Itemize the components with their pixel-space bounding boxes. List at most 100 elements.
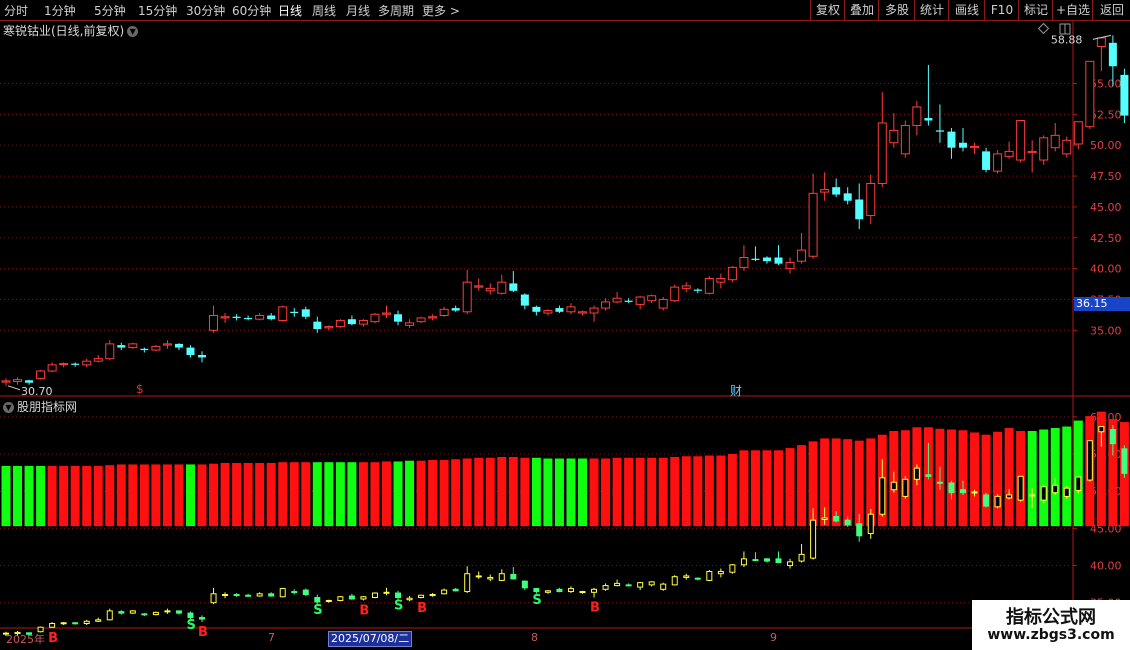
indicator-bar xyxy=(1004,428,1014,527)
chevron-down-icon[interactable]: ▼ xyxy=(3,402,14,413)
candle xyxy=(612,297,622,303)
finance-marker[interactable]: 财 xyxy=(730,382,742,399)
indicator-bar xyxy=(681,456,691,527)
indicator-bar xyxy=(13,465,23,527)
indicator-bar xyxy=(335,462,345,527)
stats-button[interactable]: 统计 xyxy=(914,0,949,20)
candle xyxy=(71,363,80,365)
candle xyxy=(290,311,299,314)
candle xyxy=(82,360,92,366)
period-more[interactable]: 更多 > xyxy=(422,2,460,19)
mini-candle xyxy=(72,622,79,625)
mini-candle xyxy=(233,594,240,597)
back-button[interactable]: 返回 xyxy=(1092,0,1130,20)
candle xyxy=(220,316,230,319)
candle xyxy=(198,354,207,358)
mini-candle xyxy=(325,599,332,602)
mini-candle xyxy=(521,580,528,589)
indicator-bar xyxy=(497,457,507,527)
candle xyxy=(797,249,807,262)
add-watchlist-button[interactable]: +自选 xyxy=(1052,0,1093,20)
indicator-bar xyxy=(670,457,680,527)
period-1min[interactable]: 1分钟 xyxy=(44,2,76,19)
candle xyxy=(681,285,691,289)
candle xyxy=(520,294,529,306)
mini-candle xyxy=(406,597,413,601)
chevron-down-icon[interactable]: ▼ xyxy=(127,26,139,37)
mini-candle xyxy=(556,588,563,593)
candle xyxy=(1108,42,1117,67)
candle xyxy=(278,306,288,321)
fuquan-button[interactable]: 复权 xyxy=(810,0,845,20)
diamond-icon xyxy=(1037,22,1050,35)
x-label-september: 9 xyxy=(770,631,777,644)
watermark-logo: 指标公式网 www.zbgs3.com xyxy=(972,600,1130,650)
price-tick-label: 47.50 xyxy=(1090,170,1122,183)
mini-candle xyxy=(787,561,794,567)
bs-signal-marker: S xyxy=(394,599,403,614)
mini-candle xyxy=(717,570,724,575)
indicator-bar xyxy=(647,457,657,527)
mini-candle xyxy=(671,576,678,586)
period-30min[interactable]: 30分钟 xyxy=(186,2,225,19)
f10-button[interactable]: F10 xyxy=(984,0,1019,20)
indicator-bar xyxy=(531,457,541,527)
watermark-line2: www.zbgs3.com xyxy=(987,627,1115,643)
indicator-bar xyxy=(474,457,484,527)
period-15min[interactable]: 15分钟 xyxy=(138,2,177,19)
mini-candle xyxy=(1098,426,1105,433)
mark-button[interactable]: 标记 xyxy=(1018,0,1053,20)
toolbar: 分时 1分钟 5分钟 15分钟 30分钟 60分钟 日线 周线 月线 多周期 更… xyxy=(0,0,1130,21)
mini-candle xyxy=(49,623,56,628)
indicator-bar xyxy=(370,462,380,527)
x-label-year: 2025年 xyxy=(6,633,45,646)
kline-chart[interactable]: 55.0052.5050.0047.5045.0042.5040.0037.50… xyxy=(0,0,1130,650)
mini-candle xyxy=(187,612,194,619)
indicator-bar xyxy=(854,440,864,527)
mini-candle xyxy=(1109,429,1116,445)
period-weekly[interactable]: 周线 xyxy=(312,2,336,19)
indicator-bar xyxy=(601,458,611,527)
indicator-bar xyxy=(727,454,737,527)
mini-candle xyxy=(856,523,863,537)
candle xyxy=(1,380,11,383)
candle xyxy=(1016,120,1026,161)
mini-candle xyxy=(129,610,136,614)
period-5min[interactable]: 5分钟 xyxy=(94,2,126,19)
period-multi[interactable]: 多周期 xyxy=(378,2,414,19)
period-daily[interactable]: 日线 xyxy=(278,2,302,19)
candle xyxy=(370,313,380,323)
candle xyxy=(727,266,737,281)
indicator-bar xyxy=(278,462,288,527)
candle xyxy=(704,277,714,294)
bs-signal-marker: B xyxy=(48,631,58,646)
indicator-bar xyxy=(266,462,276,527)
indicator-bar xyxy=(139,464,149,527)
indicator-bar xyxy=(197,464,207,527)
candle xyxy=(693,289,702,291)
period-60min[interactable]: 60分钟 xyxy=(232,2,271,19)
price-tick-label: 52.50 xyxy=(1090,108,1122,121)
mini-candle xyxy=(706,570,713,581)
candle xyxy=(439,308,449,316)
draw-button[interactable]: 画线 xyxy=(948,0,985,20)
period-monthly[interactable]: 月线 xyxy=(346,2,370,19)
indicator-bar xyxy=(162,464,172,527)
mini-candle xyxy=(1086,440,1093,481)
mini-candle xyxy=(141,613,148,616)
candle xyxy=(843,193,852,201)
sub-tick-label: 40.00 xyxy=(1090,560,1122,573)
candle xyxy=(751,258,760,260)
mini-candle xyxy=(637,582,644,588)
candle xyxy=(1120,74,1129,116)
candle xyxy=(866,182,876,217)
multi-stock-button[interactable]: 多股 xyxy=(878,0,915,20)
overlay-button[interactable]: 叠加 xyxy=(844,0,879,20)
mini-candle xyxy=(1063,487,1070,497)
indicator-bar xyxy=(405,460,415,527)
mini-candle xyxy=(1075,476,1082,491)
candle xyxy=(543,310,553,314)
mini-candle xyxy=(833,515,840,522)
bs-signal-marker: B xyxy=(590,600,600,615)
period-intraday[interactable]: 分时 xyxy=(4,2,28,19)
